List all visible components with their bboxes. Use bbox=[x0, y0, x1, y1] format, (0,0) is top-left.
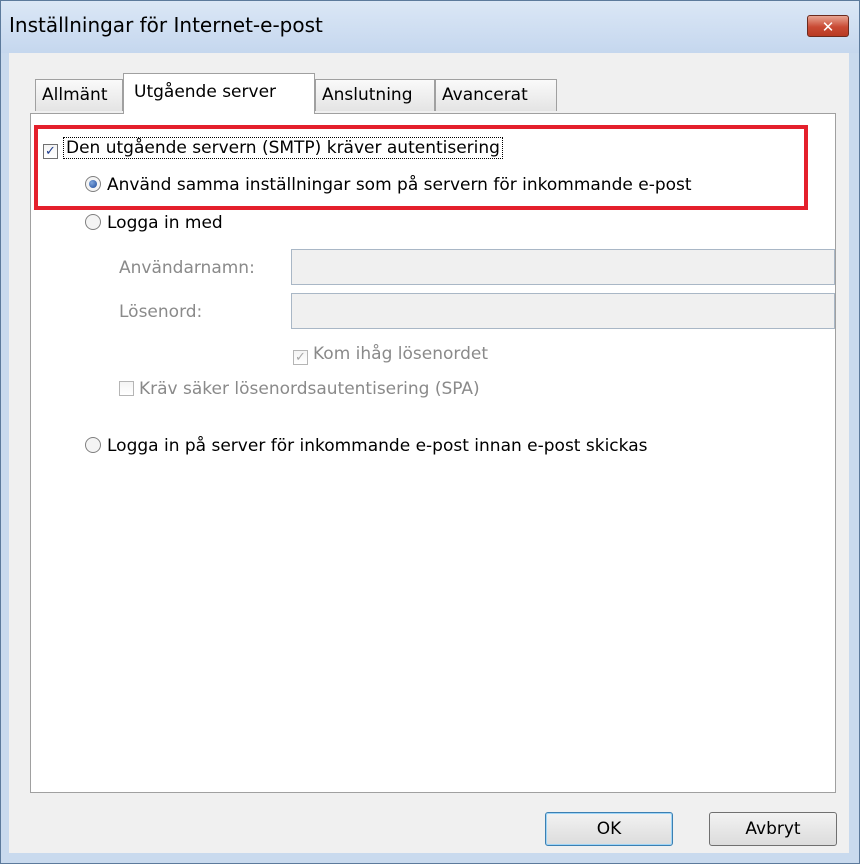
remember-password-option[interactable]: ✓ Kom ihåg lösenordet bbox=[293, 344, 488, 365]
dialog-window: Inställningar för Internet-e-post ✕ Allm… bbox=[0, 0, 860, 864]
login-incoming-label: Logga in på server för inkommande e-post… bbox=[107, 436, 648, 456]
ok-button[interactable]: OK bbox=[545, 812, 673, 846]
spa-checkbox[interactable] bbox=[119, 381, 134, 396]
login-with-label: Logga in med bbox=[107, 213, 223, 233]
login-incoming-radio[interactable] bbox=[85, 437, 101, 453]
tab-anslutning[interactable]: Anslutning bbox=[315, 79, 435, 111]
close-icon: ✕ bbox=[821, 18, 835, 36]
tab-allmant[interactable]: Allmänt bbox=[35, 79, 123, 111]
tab-utgaende-server[interactable]: Utgående server bbox=[123, 73, 315, 114]
tab-avancerat[interactable]: Avancerat bbox=[435, 79, 557, 111]
spa-option[interactable]: Kräv säker lösenordsautentisering (SPA) bbox=[119, 379, 480, 399]
title-bar[interactable]: Inställningar för Internet-e-post ✕ bbox=[1, 1, 859, 53]
highlight-box bbox=[34, 125, 808, 210]
login-with-radio[interactable] bbox=[85, 214, 101, 230]
cancel-button[interactable]: Avbryt bbox=[709, 812, 837, 846]
remember-password-label: Kom ihåg lösenordet bbox=[313, 344, 488, 364]
window-title: Inställningar för Internet-e-post bbox=[9, 13, 323, 37]
remember-password-checkbox[interactable]: ✓ bbox=[293, 350, 308, 365]
password-label: Lösenord: bbox=[119, 302, 203, 322]
spa-label: Kräv säker lösenordsautentisering (SPA) bbox=[139, 379, 480, 399]
username-input[interactable] bbox=[291, 249, 835, 285]
password-input[interactable] bbox=[291, 293, 835, 329]
login-incoming-option[interactable]: Logga in på server för inkommande e-post… bbox=[85, 436, 647, 456]
login-with-option[interactable]: Logga in med bbox=[85, 213, 223, 233]
username-label: Användarnamn: bbox=[119, 258, 255, 278]
close-button[interactable]: ✕ bbox=[807, 15, 849, 37]
